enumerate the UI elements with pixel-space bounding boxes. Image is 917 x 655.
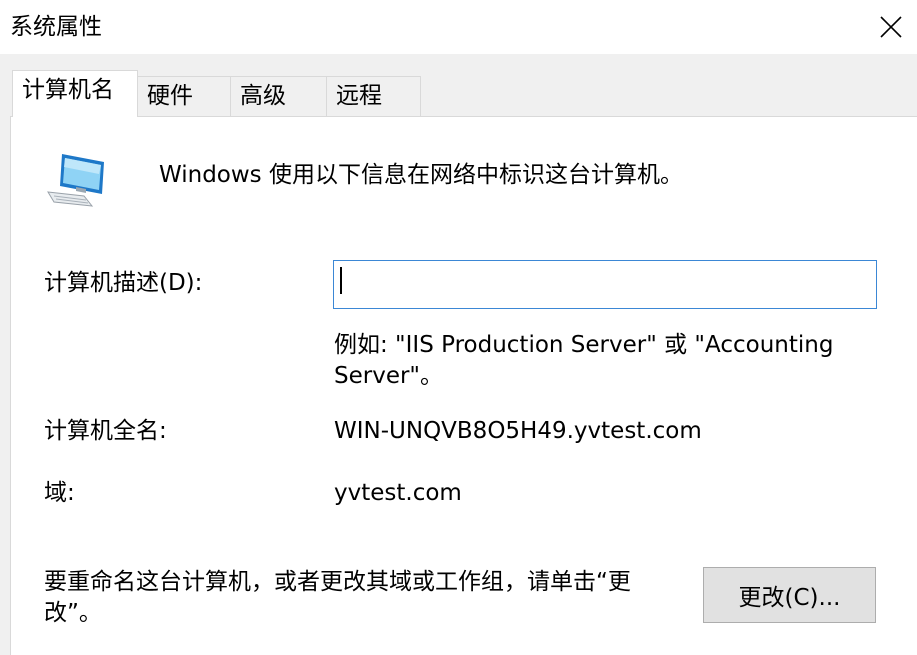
text-caret	[340, 267, 342, 294]
tab-hardware[interactable]: 硬件	[137, 76, 231, 117]
full-name-value: WIN-UNQVB8O5H49.yvtest.com	[334, 418, 702, 444]
tab-label: 计算机名	[22, 77, 114, 103]
tab-label: 硬件	[147, 83, 193, 109]
intro-text: Windows 使用以下信息在网络中标识这台计算机。	[159, 162, 683, 188]
description-label: 计算机描述(D):	[44, 270, 203, 296]
computer-description-input[interactable]	[333, 260, 877, 309]
close-button[interactable]	[865, 0, 917, 54]
tab-label: 远程	[336, 83, 382, 109]
domain-label: 域:	[44, 480, 75, 506]
tab-advanced[interactable]: 高级	[230, 76, 327, 117]
tab-remote[interactable]: 远程	[326, 76, 421, 117]
example-text-line1: 例如: "IIS Production Server" 或 "Accountin…	[334, 332, 834, 358]
close-icon	[880, 16, 902, 38]
window-title: 系统属性	[10, 14, 102, 40]
tab-computer-name[interactable]: 计算机名	[12, 70, 138, 117]
rename-hint-line1: 要重命名这台计算机，或者更改其域或工作组，请单击“更	[44, 569, 631, 595]
full-name-label: 计算机全名:	[44, 418, 167, 444]
example-text-line2: Server"。	[334, 363, 444, 389]
change-button[interactable]: 更改(C)...	[703, 567, 876, 623]
tab-label: 高级	[240, 83, 286, 109]
rename-hint-line2: 改”。	[44, 600, 102, 626]
domain-value: yvtest.com	[334, 480, 462, 506]
system-properties-window: 系统属性 计算机名 硬件 高级 远程 Windows 使用以下信息在网络中标识这…	[0, 0, 917, 655]
title-bar: 系统属性	[0, 0, 917, 54]
computer-icon	[47, 154, 104, 207]
